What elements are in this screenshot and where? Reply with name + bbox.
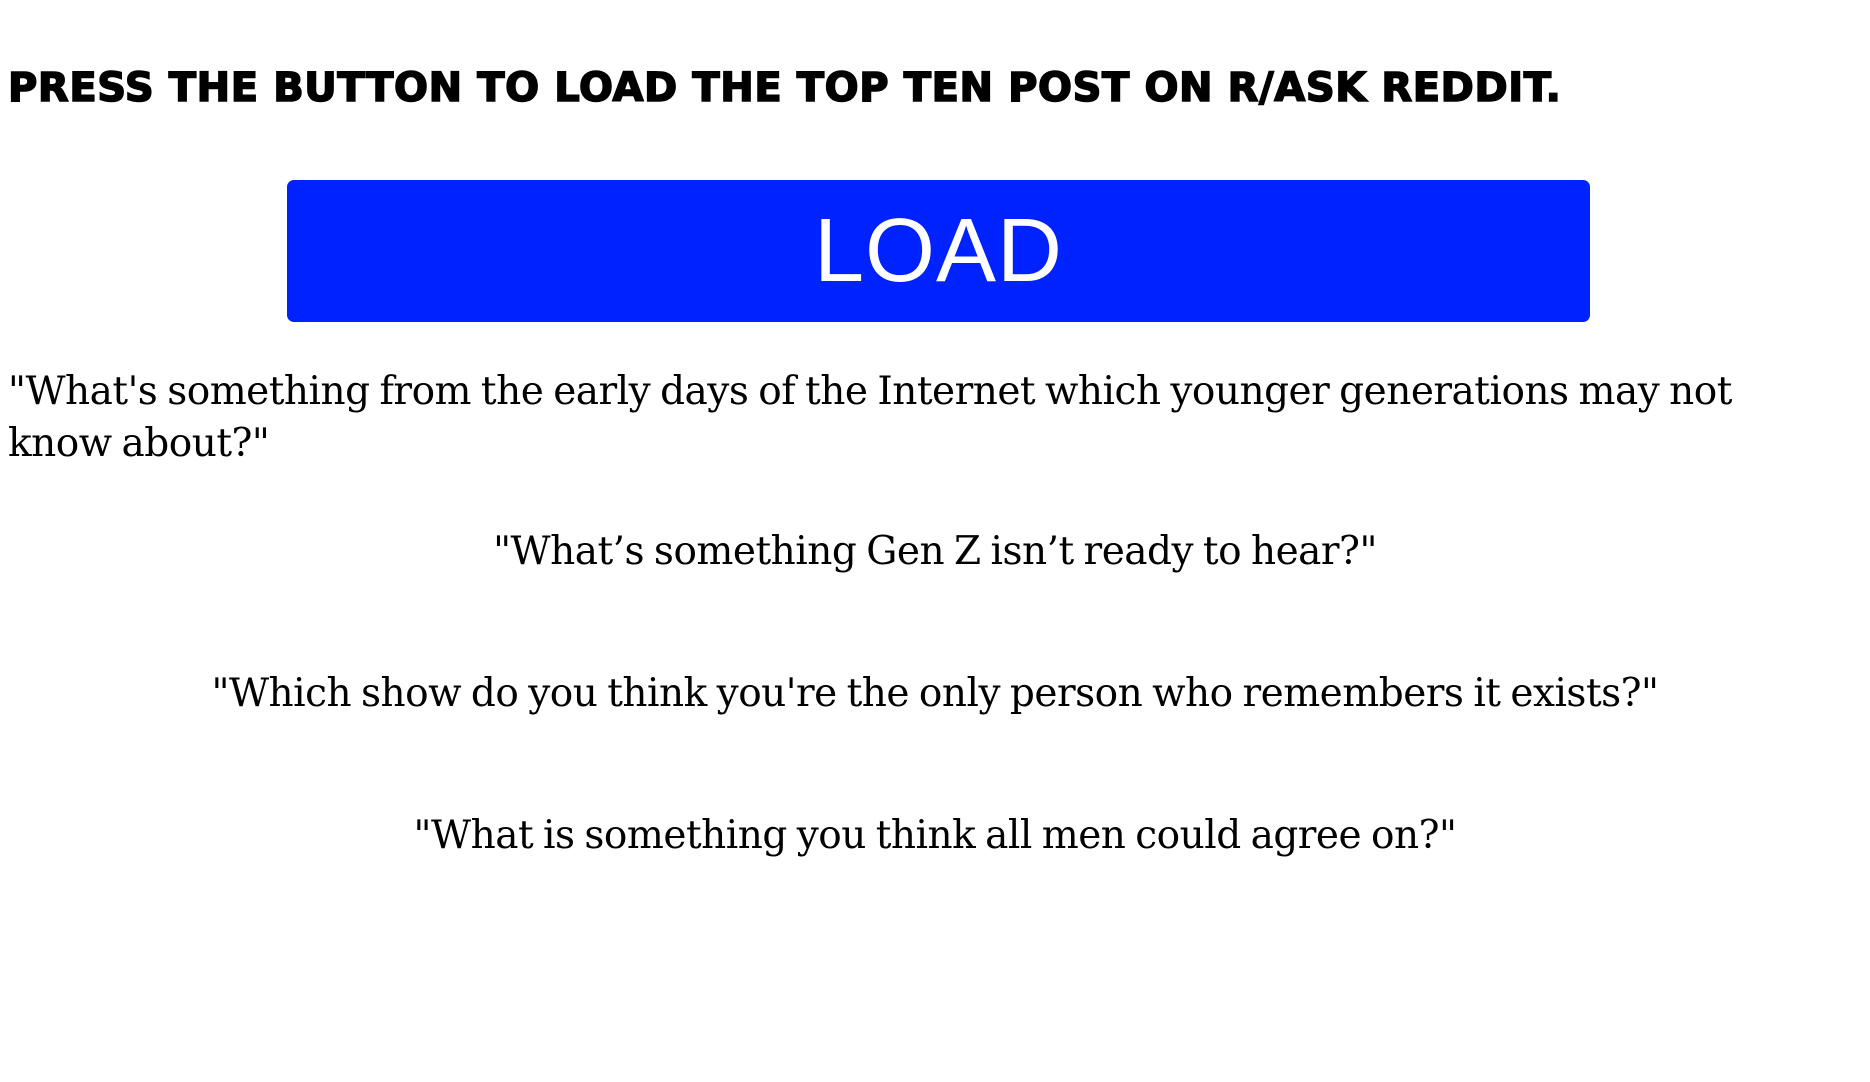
post-title: "Which show do you think you're the only… — [211, 671, 1659, 716]
post-title: "What is something you think all men cou… — [413, 813, 1457, 858]
post-title: "What's something from the early days of… — [8, 369, 1732, 466]
page-title: Press the button to load the top ten pos… — [7, 64, 1562, 112]
load-button[interactable]: LOAD — [287, 180, 1590, 322]
post-title: "What’s something Gen Z isn’t ready to h… — [493, 529, 1377, 574]
post-list: "What's something from the early days of… — [8, 366, 1862, 862]
